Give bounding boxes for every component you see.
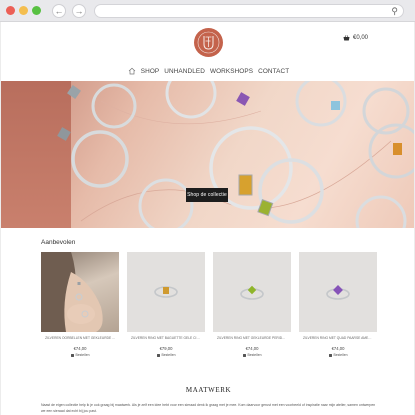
logo-monogram-icon	[197, 31, 220, 54]
nav-item-shop[interactable]: SHOP	[141, 68, 160, 75]
product-card[interactable]: ZILVEREN OORBELLEN MET GEKLEURDE ... €74…	[41, 252, 119, 357]
add-to-cart-button[interactable]: Bestellen	[299, 353, 377, 357]
nav-item-contact[interactable]: CONTACT	[258, 68, 289, 75]
main-navigation: SHOP UNHANDLED WORKSHOPS CONTACT	[1, 67, 414, 75]
home-icon[interactable]	[128, 67, 136, 75]
add-to-cart-label: Bestellen	[333, 353, 348, 357]
close-window-button[interactable]	[6, 6, 15, 15]
cart-icon	[70, 353, 74, 357]
nav-item-workshops[interactable]: WORKSHOPS	[210, 68, 253, 75]
site-logo[interactable]	[194, 28, 223, 57]
product-card[interactable]: ZILVEREN RING MET BAGUETTE GELE CITRIEN …	[127, 252, 205, 357]
maatwerk-heading: MAATWERK	[185, 386, 232, 394]
maximize-window-button[interactable]	[32, 6, 41, 15]
add-to-cart-button[interactable]: Bestellen	[127, 353, 205, 357]
product-image[interactable]	[213, 252, 291, 332]
add-to-cart-label: Bestellen	[75, 353, 90, 357]
hero-banner: Shop de collectie	[1, 81, 414, 228]
ring-photo	[326, 285, 350, 300]
add-to-cart-button[interactable]: Bestellen	[213, 353, 291, 357]
maatwerk-text: Naast de eigen collectie help ik je ook …	[41, 403, 376, 413]
address-bar[interactable]: ⚲	[94, 4, 404, 18]
back-arrow-icon[interactable]: ←	[52, 4, 66, 18]
ring-photo	[154, 286, 178, 298]
product-list: ZILVEREN OORBELLEN MET GEKLEURDE ... €74…	[41, 252, 377, 357]
recommended-heading: Aanbevolen	[41, 239, 76, 246]
nav-item-unhandled[interactable]: UNHANDLED	[164, 68, 205, 75]
cart-icon	[156, 353, 160, 357]
minimize-window-button[interactable]	[19, 6, 28, 15]
add-to-cart-button[interactable]: Bestellen	[41, 353, 119, 357]
forward-arrow-icon[interactable]: →	[72, 4, 86, 18]
model-photo	[41, 252, 103, 332]
product-price: €74,00	[331, 346, 345, 351]
product-card[interactable]: ZILVEREN RING MET GEKLEURDE PERIDOT MAAT…	[213, 252, 291, 357]
search-icon[interactable]: ⚲	[391, 6, 398, 17]
cart-icon	[328, 353, 332, 357]
product-price: €79,00	[159, 346, 173, 351]
hero-jewelry-image	[57, 81, 414, 228]
browser-toolbar: ← → ⚲	[0, 0, 415, 22]
product-name[interactable]: ZILVEREN OORBELLEN MET GEKLEURDE ...	[41, 336, 119, 340]
product-name[interactable]: ZILVEREN RING MET GEKLEURDE PERIDOT MAAT…	[213, 336, 291, 340]
basket-icon	[343, 35, 350, 41]
product-name[interactable]: ZILVEREN RING MET QUAD PAARSE AMETHIST M…	[299, 336, 377, 340]
web-page: €0,00 SHOP UNHANDLED WORKSHOPS CONTACT S…	[0, 22, 415, 415]
cart-link[interactable]: €0,00	[343, 35, 368, 41]
product-price: €74,00	[245, 346, 259, 351]
shop-collection-button[interactable]: Shop de collectie	[186, 188, 228, 202]
add-to-cart-label: Bestellen	[161, 353, 176, 357]
product-card[interactable]: ZILVEREN RING MET QUAD PAARSE AMETHIST M…	[299, 252, 377, 357]
add-to-cart-label: Bestellen	[247, 353, 262, 357]
product-image[interactable]	[299, 252, 377, 332]
cart-icon	[242, 353, 246, 357]
product-image[interactable]	[41, 252, 119, 332]
cart-amount: €0,00	[352, 35, 368, 41]
product-name[interactable]: ZILVEREN RING MET BAGUETTE GELE CITRIEN …	[127, 336, 205, 340]
product-image[interactable]	[127, 252, 205, 332]
ring-photo	[240, 285, 264, 300]
product-price: €74,00	[73, 346, 87, 351]
